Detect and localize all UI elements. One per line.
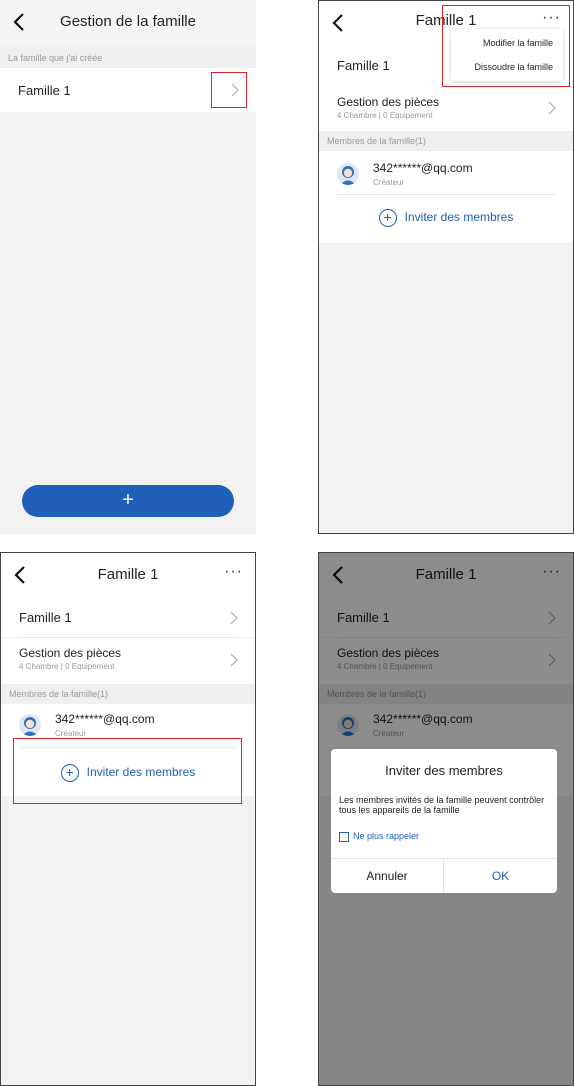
more-icon[interactable]: ··· (224, 563, 243, 581)
member-email: 342******@qq.com (373, 161, 473, 175)
screen-family-detail: Famille 1 ··· Famille 1 Gestion des pièc… (0, 552, 256, 1086)
family-name: Famille 1 (19, 610, 72, 625)
avatar (337, 163, 359, 185)
highlight-chevron (211, 72, 247, 108)
invite-dialog: Inviter des membres Les membres invités … (331, 749, 557, 893)
page-title: Famille 1 (97, 566, 159, 583)
members-label: Membres de la famille(1) (1, 684, 255, 704)
dialog-message: Les membres invités de la famille peuven… (339, 795, 545, 815)
rooms-title: Gestion des pièces (19, 646, 122, 660)
family-name-row[interactable]: Famille 1 (1, 599, 255, 637)
family-name: Famille 1 (337, 58, 390, 73)
member-role: Créateur (373, 178, 405, 187)
page-title: Gestion de la famille (60, 13, 196, 30)
invite-members-button[interactable]: + Inviter des membres (319, 209, 573, 227)
rooms-title: Gestion des pièces (337, 95, 440, 109)
screen-family-management: Gestion de la famille La famille que j'a… (0, 0, 256, 534)
chevron-right-icon[interactable] (229, 611, 239, 625)
highlight-menu (442, 5, 570, 87)
checkbox-label: Ne plus rappeler (353, 831, 420, 841)
user-avatar-icon (340, 166, 356, 185)
section-label-created-family: La famille que j'ai créée (0, 48, 256, 68)
chevron-right-icon[interactable] (547, 101, 557, 115)
user-avatar-icon (22, 717, 38, 736)
dialog-title: Inviter des membres (385, 763, 503, 778)
rooms-subtitle: 4 Chambre | 0 Equipement (337, 111, 433, 120)
cancel-button[interactable]: Annuler (331, 859, 444, 893)
member-email: 342******@qq.com (55, 712, 155, 726)
header: Famille 1 ··· (1, 553, 255, 599)
chevron-right-icon[interactable] (229, 653, 239, 667)
checkbox-icon (339, 831, 349, 842)
ok-button[interactable]: OK (444, 859, 557, 893)
member-row: 342******@qq.com Créateur + Inviter des m… (319, 151, 573, 243)
invite-label: Inviter des membres (404, 210, 514, 225)
screen-family-detail-menu: Famille 1 ··· Famille 1 Gestion des pièc… (318, 0, 574, 534)
screen-invite-dialog: Famille 1 ··· Famille 1 Gestion des pièc… (318, 552, 574, 1086)
plus-circle-icon: + (378, 209, 397, 227)
avatar (19, 714, 41, 736)
member-role: Créateur (55, 729, 87, 738)
rooms-row[interactable]: Gestion des pièces 4 Chambre | 0 Equipem… (1, 638, 255, 684)
members-label: Membres de la famille(1) (319, 131, 573, 151)
dont-remind-checkbox[interactable]: Ne plus rappeler (339, 831, 419, 842)
add-family-button[interactable]: + (22, 485, 234, 517)
header: Gestion de la famille (0, 0, 256, 46)
rooms-row[interactable]: Gestion des pièces 4 Chambre | 0 Equipem… (319, 85, 573, 131)
family-name: Famille 1 (18, 83, 71, 98)
highlight-invite (13, 738, 242, 804)
rooms-subtitle: 4 Chambre | 0 Equipement (19, 662, 115, 671)
divider (337, 194, 555, 195)
dialog-buttons: Annuler OK (331, 858, 557, 893)
